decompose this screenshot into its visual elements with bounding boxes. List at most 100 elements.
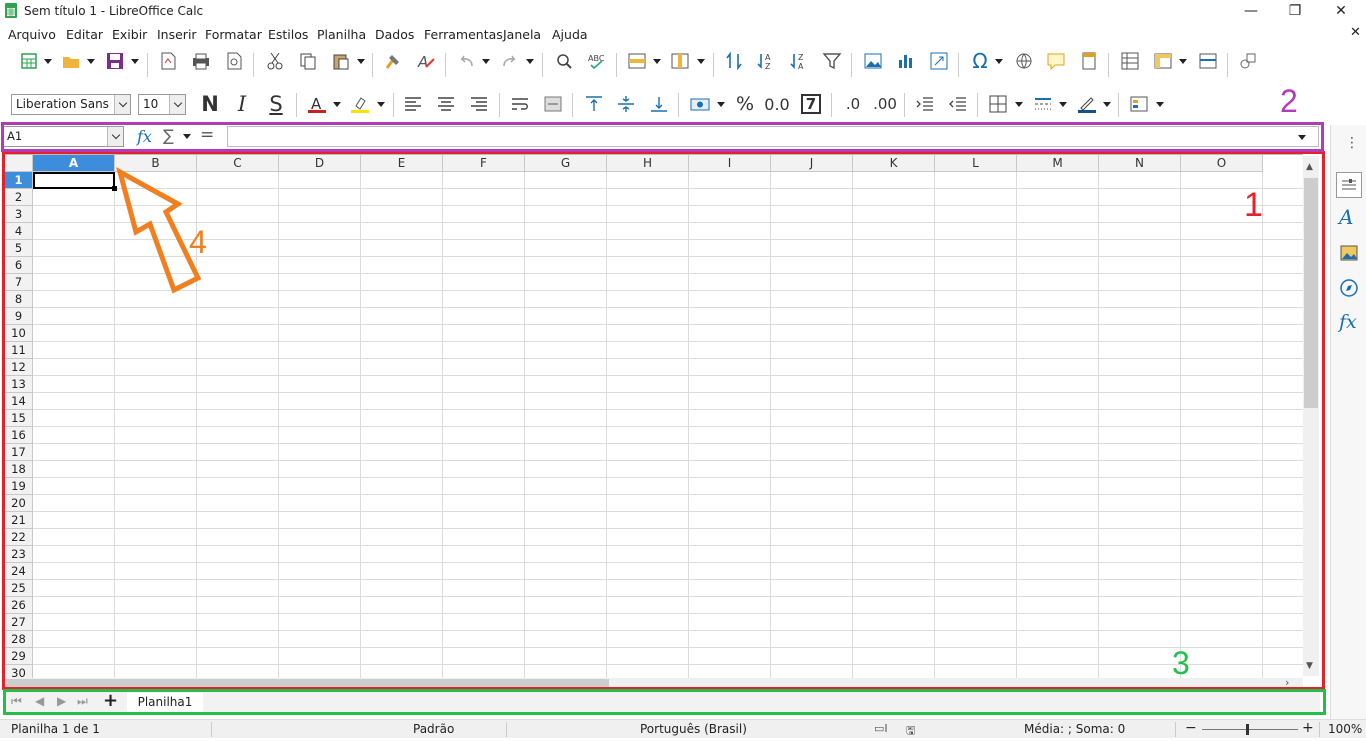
comment-icon[interactable] (1043, 48, 1069, 74)
highlight-color-icon[interactable] (347, 91, 373, 117)
print-icon[interactable] (188, 48, 214, 74)
pivot-table-icon[interactable] (926, 48, 952, 74)
decrease-indent-icon[interactable] (945, 91, 971, 117)
align-right-icon[interactable] (466, 91, 492, 117)
new-dropdown-icon[interactable] (43, 48, 53, 74)
zoom-out-icon[interactable]: − (1185, 720, 1197, 736)
save-icon[interactable] (102, 48, 128, 74)
menu-janela[interactable]: Janela (503, 27, 541, 42)
border-style-dropdown-icon[interactable] (1058, 91, 1068, 117)
cut-icon[interactable] (262, 48, 288, 74)
open-folder-icon[interactable] (58, 48, 84, 74)
export-pdf-icon[interactable] (155, 48, 181, 74)
menu-ajuda[interactable]: Ajuda (552, 27, 588, 42)
redo-dropdown-icon[interactable] (525, 48, 535, 74)
row-dropdown-icon[interactable] (652, 48, 662, 74)
merge-center-icon[interactable] (540, 91, 566, 117)
zoom-level[interactable]: 100% (1328, 722, 1362, 736)
new-document-icon[interactable] (16, 48, 42, 74)
column-dropdown-icon[interactable] (696, 48, 706, 74)
undo-dropdown-icon[interactable] (481, 48, 491, 74)
menu-editar[interactable]: Editar (66, 27, 103, 42)
navigator-icon[interactable] (1338, 277, 1360, 302)
zoom-slider-handle[interactable] (1246, 724, 1249, 735)
close-document-icon[interactable]: ✕ (1350, 25, 1361, 40)
minimize-button[interactable]: — (1228, 0, 1274, 22)
center-vertically-icon[interactable] (613, 91, 639, 117)
show-draw-functions-icon[interactable] (1235, 48, 1261, 74)
sort-ascending-icon[interactable]: AZ (753, 48, 779, 74)
zoom-slider[interactable] (1202, 729, 1298, 730)
close-window-button[interactable]: ✕ (1318, 0, 1364, 22)
chevron-down-icon[interactable] (169, 95, 185, 114)
insert-image-icon[interactable] (860, 48, 886, 74)
row-icon[interactable] (624, 48, 650, 74)
headers-footers-icon[interactable] (1076, 48, 1102, 74)
freeze-rows-columns-icon[interactable] (1150, 48, 1176, 74)
menu-arquivo[interactable]: Arquivo (8, 27, 56, 42)
menu-dados[interactable]: Dados (375, 27, 414, 42)
sort-icon[interactable] (721, 48, 747, 74)
underline-button[interactable]: S (263, 91, 289, 117)
delete-decimal-button[interactable]: .00 (872, 91, 898, 117)
chevron-down-icon[interactable] (114, 95, 130, 114)
border-color-dropdown-icon[interactable] (1102, 91, 1112, 117)
menu-planilha[interactable]: Planilha (317, 27, 366, 42)
print-preview-icon[interactable] (221, 48, 247, 74)
save-dropdown-icon[interactable] (130, 48, 140, 74)
percent-format-button[interactable]: % (732, 91, 758, 117)
special-character-icon[interactable]: Ω (967, 48, 993, 74)
conditional-format-dropdown-icon[interactable] (1155, 91, 1165, 117)
gallery-icon[interactable] (1338, 242, 1360, 267)
bold-button[interactable]: N (197, 91, 223, 117)
clone-formatting-icon[interactable] (380, 48, 406, 74)
special-character-dropdown-icon[interactable] (994, 48, 1004, 74)
wrap-text-icon[interactable] (507, 91, 533, 117)
font-color-icon[interactable]: A (304, 91, 330, 117)
borders-dropdown-icon[interactable] (1014, 91, 1024, 117)
redo-icon[interactable] (497, 48, 523, 74)
sidebar-menu-icon[interactable]: ⋮ (1345, 135, 1359, 151)
highlight-dropdown-icon[interactable] (376, 91, 386, 117)
add-decimal-button[interactable]: .0 (840, 91, 866, 117)
align-top-icon[interactable] (581, 91, 607, 117)
freeze-dropdown-icon[interactable] (1178, 48, 1188, 74)
spelling-icon[interactable]: ABC (584, 48, 610, 74)
menu-inserir[interactable]: Inserir (157, 27, 197, 42)
paste-icon[interactable] (328, 48, 354, 74)
find-replace-icon[interactable] (551, 48, 577, 74)
text-language[interactable]: Português (Brasil) (640, 722, 747, 736)
align-bottom-icon[interactable] (646, 91, 672, 117)
copy-icon[interactable] (295, 48, 321, 74)
number-format-button[interactable]: 0.0 (764, 91, 790, 117)
align-left-icon[interactable] (400, 91, 426, 117)
italic-button[interactable]: I (229, 91, 255, 117)
page-style[interactable]: Padrão (413, 722, 454, 736)
increase-indent-icon[interactable] (912, 91, 938, 117)
conditional-format-icon[interactable] (1126, 91, 1152, 117)
menu-ferramentas[interactable]: Ferramentas (424, 27, 503, 42)
menu-exibir[interactable]: Exibir (112, 27, 147, 42)
align-center-icon[interactable] (433, 91, 459, 117)
paste-dropdown-icon[interactable] (356, 48, 366, 74)
font-color-dropdown-icon[interactable] (332, 91, 342, 117)
date-format-button[interactable]: 7 (801, 94, 821, 114)
currency-dropdown-icon[interactable] (716, 91, 726, 117)
border-color-icon[interactable] (1074, 91, 1100, 117)
selection-mode-icon[interactable]: ▭I (874, 722, 888, 735)
hyperlink-icon[interactable] (1011, 48, 1037, 74)
zoom-in-icon[interactable]: + (1302, 720, 1314, 736)
sort-descending-icon[interactable]: ZA (786, 48, 812, 74)
split-window-icon[interactable] (1195, 48, 1221, 74)
currency-format-icon[interactable] (687, 91, 713, 117)
insert-chart-icon[interactable] (893, 48, 919, 74)
restore-button[interactable]: ❐ (1272, 0, 1318, 22)
font-name-box[interactable]: Liberation Sans (11, 94, 131, 115)
define-print-area-icon[interactable] (1117, 48, 1143, 74)
undo-icon[interactable] (453, 48, 479, 74)
autofilter-icon[interactable] (819, 48, 845, 74)
clear-formatting-icon[interactable]: A (413, 48, 439, 74)
menu-formatar[interactable]: Formatar (205, 27, 262, 42)
properties-icon[interactable] (1336, 172, 1362, 198)
functions-icon[interactable]: fx (1339, 311, 1357, 333)
